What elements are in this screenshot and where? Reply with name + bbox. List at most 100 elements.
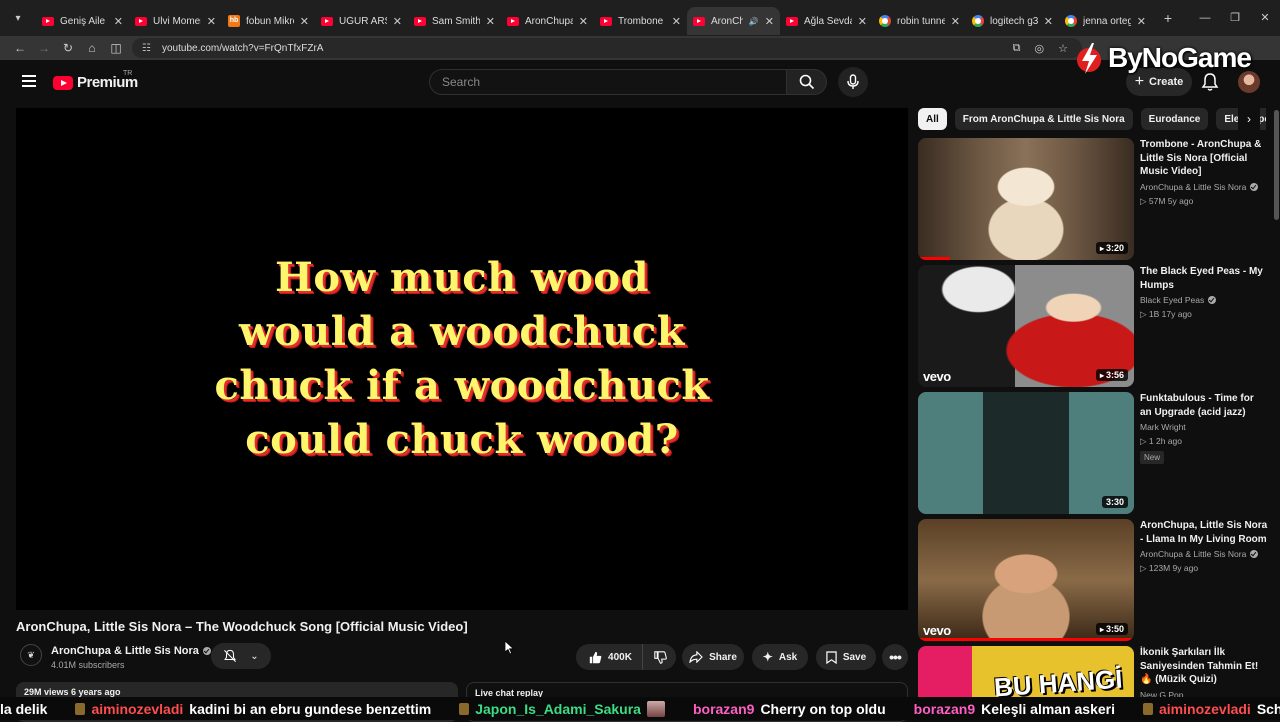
like-count: 400K — [608, 651, 632, 663]
recommended-title[interactable]: AronChupa, Little Sis Nora - Llama In My… — [1140, 519, 1268, 546]
video-thumbnail[interactable]: ▸ 3:20 — [918, 138, 1134, 260]
filter-chip[interactable]: All — [918, 108, 947, 130]
close-tab-icon[interactable]: ✕ — [393, 15, 402, 28]
ask-button[interactable]: ✦ Ask — [752, 644, 808, 670]
split-view-icon[interactable]: ◫ — [104, 41, 128, 55]
recommended-title[interactable]: İkonik Şarkıları İlk Saniyesinden Tahmin… — [1140, 646, 1268, 687]
close-tab-icon[interactable]: ✕ — [1137, 15, 1146, 28]
recommended-meta: ▷ 57M 5y ago — [1140, 195, 1194, 206]
recommended-channel[interactable]: Black Eyed Peas — [1140, 295, 1268, 305]
close-tab-icon[interactable]: ✕ — [300, 15, 309, 28]
recommended-title[interactable]: Funktabulous - Time for an Upgrade (acid… — [1140, 392, 1268, 419]
browser-tab[interactable]: Sam Smith, I ✕ — [408, 7, 501, 35]
browser-tab[interactable]: logitech g3 ✕ — [966, 7, 1059, 35]
home-icon[interactable]: ⌂ — [80, 41, 104, 55]
share-button[interactable]: Share — [682, 644, 744, 670]
tab-title: robin tunne — [897, 15, 945, 27]
browser-tab[interactable]: AronChu 🔊 ✕ — [687, 7, 780, 35]
close-tab-icon[interactable]: ✕ — [114, 15, 123, 28]
recommended-video[interactable]: ▸ 3:20 Trombone - AronChupa & Little Sis N… — [918, 138, 1268, 260]
chat-username: aiminozevladi — [1159, 700, 1251, 717]
audio-playing-icon[interactable]: 🔊 — [749, 17, 759, 26]
browser-tab[interactable]: hb fobun Mikro ✕ — [222, 7, 315, 35]
guide-menu-icon[interactable] — [22, 75, 36, 87]
cast-icon[interactable]: ⧉ — [1013, 42, 1021, 55]
verified-icon — [1208, 296, 1217, 304]
browser-tab-strip: ▾ Geniş Aile 9 ✕ Ulvi Moment ✕ hb fobun Mikro… — [0, 0, 1280, 36]
bookmark-star-icon[interactable]: ☆ — [1058, 42, 1068, 55]
close-tab-icon[interactable]: ✕ — [672, 15, 681, 28]
more-actions-button[interactable]: ••• — [882, 644, 908, 670]
chevron-down-icon: ⌄ — [250, 650, 259, 662]
recommended-info: İkonik Şarkıları İlk Saniyesinden Tahmin… — [1140, 646, 1268, 700]
forward-icon[interactable]: → — [32, 41, 56, 55]
minimize-icon[interactable]: — — [1190, 0, 1220, 36]
new-tab-button[interactable]: + — [1156, 10, 1180, 26]
channel-name-link[interactable]: AronChupa & Little Sis Nora — [51, 645, 211, 657]
tab-search-chevron-icon[interactable]: ▾ — [0, 0, 36, 36]
chat-badge-icon — [459, 702, 470, 715]
browser-tab[interactable]: AronChupa, ✕ — [501, 7, 594, 35]
close-window-icon[interactable]: ✕ — [1250, 0, 1280, 36]
recommended-title[interactable]: The Black Eyed Peas - My Humps — [1140, 265, 1268, 292]
recommended-channel[interactable]: AronChupa & Little Sis Nora — [1140, 549, 1268, 559]
close-tab-icon[interactable]: ✕ — [765, 15, 774, 28]
video-thumbnail[interactable]: vevo ▸ 3:56 — [918, 265, 1134, 387]
tab-title: UĞUR ARSL — [339, 15, 387, 27]
tab-title: Sam Smith, I — [432, 15, 480, 27]
back-icon[interactable]: ← — [8, 41, 32, 55]
verified-icon — [202, 647, 211, 655]
voice-search-button[interactable] — [838, 67, 868, 97]
channel-name: AronChupa & Little Sis Nora — [51, 645, 199, 657]
video-thumbnail[interactable]: vevo ▸ 3:50 — [918, 519, 1134, 641]
recommended-video[interactable]: vevo ▸ 3:56 The Black Eyed Peas - My Humps B… — [918, 265, 1268, 387]
browser-tab[interactable]: UĞUR ARSL ✕ — [315, 7, 408, 35]
close-tab-icon[interactable]: ✕ — [486, 15, 495, 28]
recommended-info: The Black Eyed Peas - My Humps Black Eyed… — [1140, 265, 1268, 320]
recommended-channel[interactable]: AronChupa & Little Sis Nora — [1140, 182, 1268, 192]
close-tab-icon[interactable]: ✕ — [1044, 15, 1053, 28]
watermark-text: ByNoGame — [1108, 42, 1252, 73]
chat-username: borazan9 — [692, 700, 755, 717]
lyrics-line: could chuck wood? — [245, 416, 679, 463]
browser-tab[interactable]: jenna orteg ✕ — [1059, 7, 1152, 35]
duration-badge: ▸ 3:50 — [1095, 623, 1128, 635]
browser-tab[interactable]: robin tunne ✕ — [873, 7, 966, 35]
close-tab-icon[interactable]: ✕ — [858, 15, 867, 28]
chat-message: borazan9 Cherry on top oldu — [693, 701, 886, 717]
filter-chip[interactable]: From AronChupa & Little Sis Nora — [954, 108, 1133, 130]
reload-icon[interactable]: ↻ — [56, 41, 80, 55]
browser-tab[interactable]: Ağla Sevdan ✕ — [780, 7, 873, 35]
share-arrow-icon — [689, 651, 703, 663]
search-input[interactable]: Search — [429, 69, 787, 95]
like-button[interactable]: 400K — [579, 644, 643, 670]
restore-icon[interactable]: ❐ — [1220, 0, 1250, 36]
close-tab-icon[interactable]: ✕ — [579, 15, 588, 28]
mini-play-icon: ▸ — [1099, 370, 1104, 380]
subscribed-notifications-button[interactable]: ⌄ — [211, 643, 271, 669]
save-button[interactable]: Save — [816, 644, 876, 670]
youtube-premium-logo[interactable]: Premium TR — [53, 70, 138, 91]
filter-chip[interactable]: Eurodance — [1140, 108, 1209, 130]
page-scrollbar[interactable] — [1274, 110, 1279, 220]
recommended-channel[interactable]: Mark Wright — [1140, 422, 1268, 432]
browser-tab[interactable]: Ulvi Moment ✕ — [129, 7, 222, 35]
recommended-info: Funktabulous - Time for an Upgrade (acid… — [1140, 392, 1268, 465]
site-info-icon[interactable]: ☷ — [142, 43, 156, 54]
recommended-title[interactable]: Trombone - AronChupa & Little Sis Nora [… — [1140, 138, 1268, 179]
recommended-video[interactable]: vevo ▸ 3:50 AronChupa, Little Sis Nora - Ll… — [918, 519, 1268, 641]
channel-avatar[interactable]: ❦ — [20, 644, 42, 666]
browser-tab[interactable]: Trombone - ✕ — [594, 7, 687, 35]
mini-play-icon: ▸ — [1099, 243, 1104, 253]
eye-off-icon[interactable]: ◎ — [1035, 42, 1045, 55]
browser-tab[interactable]: Geniş Aile 9 ✕ — [36, 7, 129, 35]
recommended-video[interactable]: 3:30 Funktabulous - Time for an Upgrade (… — [918, 392, 1268, 514]
chevron-right-icon[interactable]: › — [1238, 108, 1260, 130]
search-button[interactable] — [787, 69, 827, 95]
video-thumbnail[interactable]: 3:30 — [918, 392, 1134, 514]
dislike-button[interactable] — [649, 644, 673, 670]
close-tab-icon[interactable]: ✕ — [207, 15, 216, 28]
video-player[interactable]: How much wood would a woodchuck chuck if a… — [16, 108, 908, 610]
close-tab-icon[interactable]: ✕ — [951, 15, 960, 28]
address-bar[interactable]: ☷ youtube.com/watch?v=FrQnTfxFZrA ⧉ ◎ ☆ — [132, 38, 1082, 58]
